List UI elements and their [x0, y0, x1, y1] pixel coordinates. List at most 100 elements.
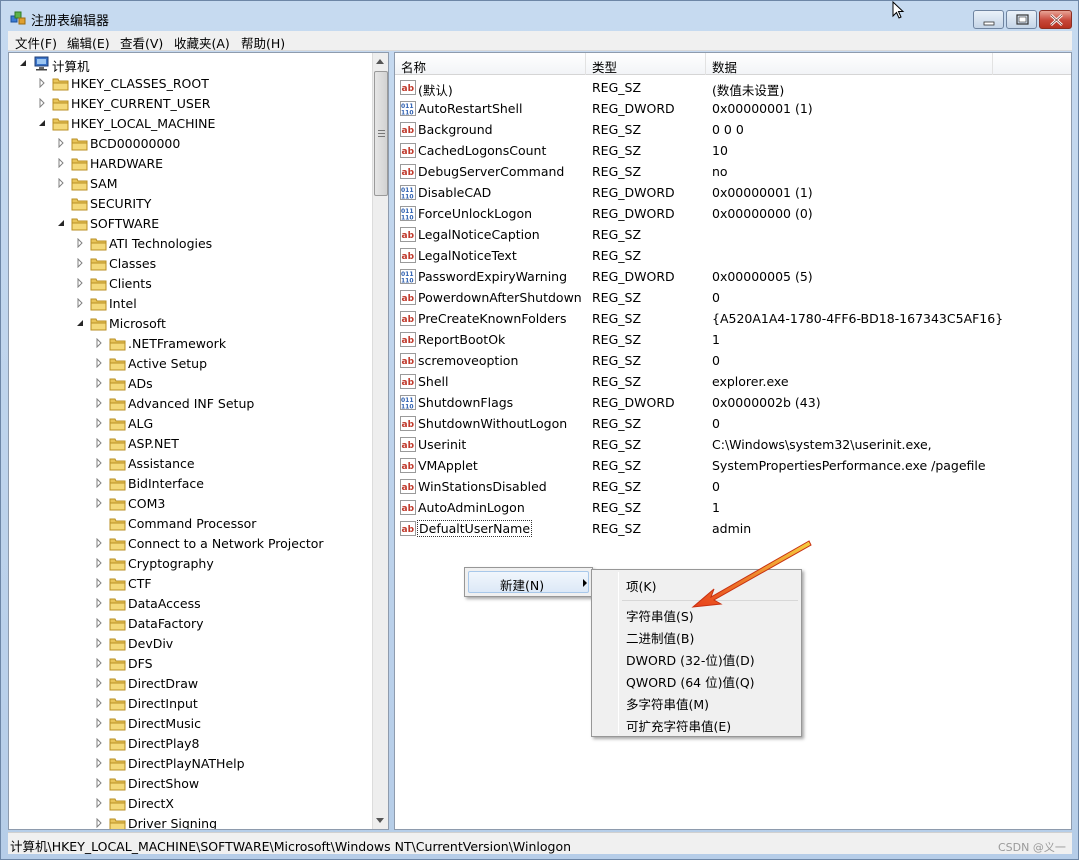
value-row[interactable]: ab (默认) REG_SZ (数值未设置) [395, 77, 1071, 98]
tree-item[interactable]: HKEY_CURRENT_USER [9, 94, 369, 114]
value-row[interactable]: ab DefualtUserName REG_SZ admin [395, 518, 1071, 539]
value-row[interactable]: 011 110 DisableCAD REG_DWORD 0x00000001 (1) [395, 182, 1071, 203]
tree-item[interactable]: DataFactory [9, 614, 369, 634]
menu-file[interactable]: 文件(F) [15, 33, 57, 52]
menu-edit[interactable]: 编辑(E) [67, 33, 110, 52]
tree-item[interactable]: DirectX [9, 794, 369, 814]
tree-item[interactable]: .NETFramework [9, 334, 369, 354]
tree-item[interactable]: BCD00000000 [9, 134, 369, 154]
collapsed-arrow-icon[interactable] [95, 658, 103, 668]
scrollbar-thumb[interactable] [374, 71, 388, 196]
collapsed-arrow-icon[interactable] [95, 538, 103, 548]
tree-item[interactable]: SOFTWARE [9, 214, 369, 234]
tree-item[interactable]: HKEY_CLASSES_ROOT [9, 74, 369, 94]
value-row[interactable]: 011 110 ForceUnlockLogon REG_DWORD 0x0000000… [395, 203, 1071, 224]
tree-item[interactable]: DirectPlayNATHelp [9, 754, 369, 774]
collapsed-arrow-icon[interactable] [95, 438, 103, 448]
collapsed-arrow-icon[interactable] [95, 678, 103, 688]
value-row[interactable]: ab ShutdownWithoutLogon REG_SZ 0 [395, 413, 1071, 434]
context-menu-new[interactable]: 新建(N) [468, 571, 589, 593]
tree-vertical-scrollbar[interactable] [372, 53, 388, 829]
tree-item[interactable]: DirectPlay8 [9, 734, 369, 754]
value-row[interactable]: ab DebugServerCommand REG_SZ no [395, 161, 1071, 182]
collapsed-arrow-icon[interactable] [95, 818, 103, 828]
tree-item[interactable]: HARDWARE [9, 154, 369, 174]
submenu-item-dword-value[interactable]: DWORD (32-位)值(D) [626, 650, 755, 669]
collapsed-arrow-icon[interactable] [38, 78, 46, 88]
value-row[interactable]: ab PowerdownAfterShutdown REG_SZ 0 [395, 287, 1071, 308]
tree-item[interactable]: SECURITY [9, 194, 369, 214]
value-row[interactable]: ab Background REG_SZ 0 0 0 [395, 119, 1071, 140]
collapsed-arrow-icon[interactable] [95, 398, 103, 408]
tree-item[interactable]: ADs [9, 374, 369, 394]
tree-item[interactable]: DevDiv [9, 634, 369, 654]
tree-item[interactable]: Active Setup [9, 354, 369, 374]
tree-item[interactable]: DFS [9, 654, 369, 674]
tree-item[interactable]: BidInterface [9, 474, 369, 494]
value-row[interactable]: ab PreCreateKnownFolders REG_SZ {A520A1A4-1… [395, 308, 1071, 329]
tree-item[interactable]: DataAccess [9, 594, 369, 614]
menu-help[interactable]: 帮助(H) [241, 33, 285, 52]
key-tree-pane[interactable]: 计算机 HKEY_CLASSES_ROOT HKEY_CURRENT_USER HKE… [8, 52, 389, 830]
value-row[interactable]: 011 110 ShutdownFlags REG_DWORD 0x0000002b (… [395, 392, 1071, 413]
tree-item[interactable]: Microsoft [9, 314, 369, 334]
submenu-item-expandable-string-value[interactable]: 可扩充字符串值(E) [626, 716, 731, 735]
value-row[interactable]: ab CachedLogonsCount REG_SZ 10 [395, 140, 1071, 161]
value-row[interactable]: ab VMApplet REG_SZ SystemPropertiesPerforma… [395, 455, 1071, 476]
collapsed-arrow-icon[interactable] [95, 698, 103, 708]
tree-item[interactable]: CTF [9, 574, 369, 594]
collapsed-arrow-icon[interactable] [76, 278, 84, 288]
collapsed-arrow-icon[interactable] [95, 378, 103, 388]
collapsed-arrow-icon[interactable] [95, 358, 103, 368]
submenu-item-binary-value[interactable]: 二进制值(B) [626, 628, 694, 647]
tree-item[interactable]: ALG [9, 414, 369, 434]
submenu-item-key[interactable]: 项(K) [626, 576, 656, 595]
collapsed-arrow-icon[interactable] [95, 758, 103, 768]
tree-item[interactable]: Advanced INF Setup [9, 394, 369, 414]
value-row[interactable]: ab LegalNoticeCaption REG_SZ [395, 224, 1071, 245]
tree-item[interactable]: SAM [9, 174, 369, 194]
maximize-button[interactable] [1006, 10, 1037, 29]
close-button[interactable] [1039, 10, 1072, 29]
column-header-type[interactable]: 类型 [586, 53, 706, 75]
collapsed-arrow-icon[interactable] [95, 798, 103, 808]
collapsed-arrow-icon[interactable] [95, 598, 103, 608]
collapsed-arrow-icon[interactable] [95, 478, 103, 488]
value-row[interactable]: 011 110 AutoRestartShell REG_DWORD 0x0000000… [395, 98, 1071, 119]
minimize-button[interactable] [973, 10, 1004, 29]
collapsed-arrow-icon[interactable] [76, 298, 84, 308]
value-row[interactable]: ab Shell REG_SZ explorer.exe [395, 371, 1071, 392]
collapsed-arrow-icon[interactable] [95, 718, 103, 728]
tree-item[interactable]: Driver Signing [9, 814, 369, 829]
tree-item-computer[interactable]: 计算机 [9, 54, 369, 74]
tree-item[interactable]: Clients [9, 274, 369, 294]
tree-item[interactable]: Command Processor [9, 514, 369, 534]
tree-item[interactable]: Connect to a Network Projector [9, 534, 369, 554]
menu-favorites[interactable]: 收藏夹(A) [174, 33, 230, 52]
column-header-name[interactable]: 名称 [395, 53, 586, 75]
submenu-item-multi-string-value[interactable]: 多字符串值(M) [626, 694, 709, 713]
tree-item[interactable]: Cryptography [9, 554, 369, 574]
collapsed-arrow-icon[interactable] [95, 638, 103, 648]
expanded-arrow-icon[interactable] [76, 318, 84, 328]
value-row[interactable]: 011 110 PasswordExpiryWarning REG_DWORD 0x00… [395, 266, 1071, 287]
value-row[interactable]: ab Userinit REG_SZ C:\Windows\system32\user… [395, 434, 1071, 455]
value-row[interactable]: ab AutoAdminLogon REG_SZ 1 [395, 497, 1071, 518]
collapsed-arrow-icon[interactable] [57, 138, 65, 148]
collapsed-arrow-icon[interactable] [95, 418, 103, 428]
expanded-arrow-icon[interactable] [38, 118, 46, 128]
title-bar[interactable]: 注册表编辑器 [1, 1, 1078, 31]
tree-item[interactable]: Classes [9, 254, 369, 274]
collapsed-arrow-icon[interactable] [95, 458, 103, 468]
column-header-data[interactable]: 数据 [706, 53, 993, 75]
collapsed-arrow-icon[interactable] [76, 238, 84, 248]
collapsed-arrow-icon[interactable] [95, 618, 103, 628]
collapsed-arrow-icon[interactable] [95, 738, 103, 748]
value-row[interactable]: ab WinStationsDisabled REG_SZ 0 [395, 476, 1071, 497]
value-row[interactable]: ab LegalNoticeText REG_SZ [395, 245, 1071, 266]
tree-item[interactable]: DirectDraw [9, 674, 369, 694]
submenu-item-qword-value[interactable]: QWORD (64 位)值(Q) [626, 672, 755, 691]
tree-item[interactable]: DirectMusic [9, 714, 369, 734]
tree-item[interactable]: DirectInput [9, 694, 369, 714]
collapsed-arrow-icon[interactable] [95, 338, 103, 348]
